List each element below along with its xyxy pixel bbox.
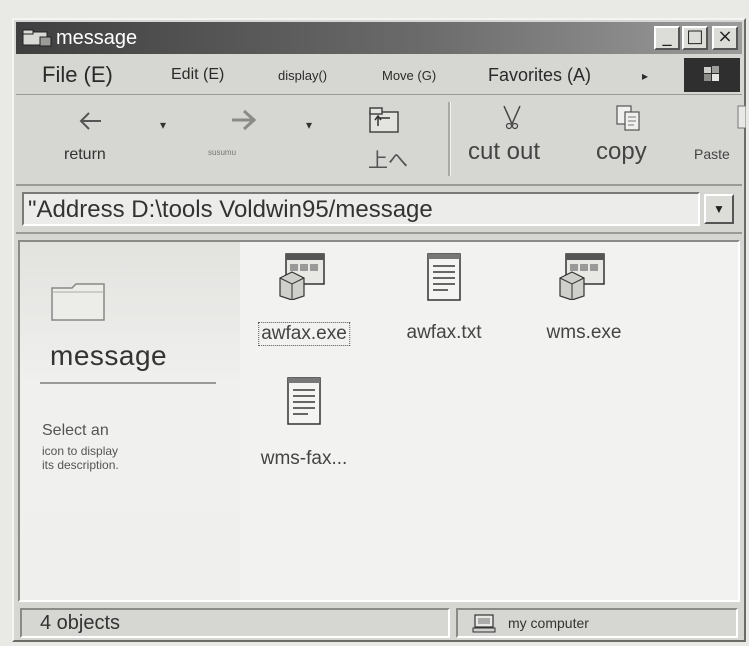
folder-app-icon bbox=[22, 29, 52, 47]
pane-desc-line1: Select an bbox=[42, 422, 109, 439]
pane-desc-line3: its description. bbox=[42, 458, 119, 472]
minimize-button[interactable]: _ bbox=[654, 26, 680, 50]
menu-display[interactable]: display() bbox=[278, 68, 327, 83]
address-input[interactable]: "Address D:\tools Voldwin95/message bbox=[22, 192, 700, 226]
cut-button[interactable]: cut out bbox=[464, 104, 560, 178]
file-name: wms-fax... bbox=[260, 448, 348, 469]
menu-edit[interactable]: Edit (E) bbox=[171, 66, 224, 84]
back-button[interactable]: return bbox=[56, 104, 126, 178]
forward-dropdown[interactable]: ▾ bbox=[306, 118, 312, 132]
forward-button[interactable]: susumu bbox=[202, 104, 282, 178]
forward-label: susumu bbox=[208, 148, 237, 157]
file-item-wms-exe[interactable]: wms.exe bbox=[524, 252, 644, 362]
toolbar-separator bbox=[448, 102, 451, 176]
menu-move[interactable]: Move (G) bbox=[382, 68, 436, 83]
file-name: wms.exe bbox=[546, 322, 622, 343]
menu-file[interactable]: File (E) bbox=[42, 62, 113, 88]
application-exe-icon bbox=[279, 253, 325, 300]
text-document-icon bbox=[427, 253, 461, 301]
scissors-icon bbox=[503, 105, 521, 130]
web-view-pane: message Select an icon to display its de… bbox=[20, 242, 240, 600]
object-count: 4 objects bbox=[40, 612, 121, 634]
file-name: awfax.txt bbox=[406, 322, 482, 343]
menu-more-arrow[interactable]: ▸ bbox=[642, 69, 648, 83]
pane-desc-line2: icon to display bbox=[42, 444, 119, 458]
status-bar: 4 objects my computer bbox=[16, 606, 742, 640]
menu-favorites[interactable]: Favorites (A) bbox=[488, 65, 591, 86]
maximize-icon: □ bbox=[686, 26, 704, 47]
zone-label: my computer bbox=[508, 615, 589, 631]
back-arrow-icon bbox=[79, 112, 101, 130]
file-item-awfax-txt[interactable]: awfax.txt bbox=[384, 252, 504, 362]
window-title: message bbox=[56, 27, 138, 49]
my-computer-icon bbox=[472, 614, 496, 633]
forward-arrow-icon bbox=[232, 109, 257, 131]
close-button[interactable]: × bbox=[712, 26, 738, 50]
up-label: 上へ bbox=[368, 150, 408, 172]
copy-icon bbox=[616, 105, 640, 131]
paste-button[interactable]: Paste bbox=[692, 104, 746, 178]
cut-label: cut out bbox=[468, 138, 541, 165]
address-bar: "Address D:\tools Voldwin95/message ▼ bbox=[16, 186, 742, 234]
text-document-icon bbox=[287, 377, 321, 425]
pane-description: Select an icon to display its descriptio… bbox=[42, 422, 182, 472]
chevron-down-icon: ▼ bbox=[713, 202, 725, 216]
paste-icon bbox=[737, 105, 746, 129]
menu-bar: File (E) Edit (E) display() Move (G) Fav… bbox=[16, 56, 742, 95]
windows-flag-icon bbox=[704, 66, 719, 81]
toolbar: return ▾ susumu ▾ 上へ cut out copy Paste bbox=[16, 96, 746, 186]
up-button[interactable]: 上へ bbox=[354, 104, 424, 178]
pane-folder-name: message bbox=[50, 340, 168, 371]
file-name: awfax.exe bbox=[258, 322, 350, 346]
paste-label: Paste bbox=[694, 146, 730, 162]
explorer-window: message _ □ × File (E) Edit (E) display(… bbox=[12, 18, 746, 642]
minimize-icon: _ bbox=[662, 26, 672, 47]
address-value: "Address D:\tools Voldwin95/message bbox=[28, 196, 433, 223]
file-item-awfax-exe[interactable]: awfax.exe bbox=[244, 252, 364, 362]
application-exe-icon bbox=[559, 253, 605, 300]
title-bar[interactable]: message _ □ × bbox=[16, 22, 742, 54]
windows-logo bbox=[684, 58, 740, 92]
maximize-button[interactable]: □ bbox=[682, 26, 708, 50]
file-item-wms-fax[interactable]: wms-fax... bbox=[244, 376, 364, 486]
folder-icon bbox=[51, 283, 105, 321]
close-icon: × bbox=[717, 26, 733, 47]
status-panel-zone: my computer bbox=[456, 608, 738, 638]
copy-label: copy bbox=[596, 138, 647, 165]
back-label: return bbox=[64, 146, 106, 163]
copy-button[interactable]: copy bbox=[588, 104, 672, 178]
up-folder-icon bbox=[369, 107, 399, 133]
folder-view: message Select an icon to display its de… bbox=[18, 240, 740, 602]
back-dropdown[interactable]: ▾ bbox=[160, 118, 166, 132]
status-panel-count: 4 objects bbox=[20, 608, 450, 638]
address-dropdown-button[interactable]: ▼ bbox=[704, 194, 734, 224]
pane-divider bbox=[40, 382, 216, 384]
